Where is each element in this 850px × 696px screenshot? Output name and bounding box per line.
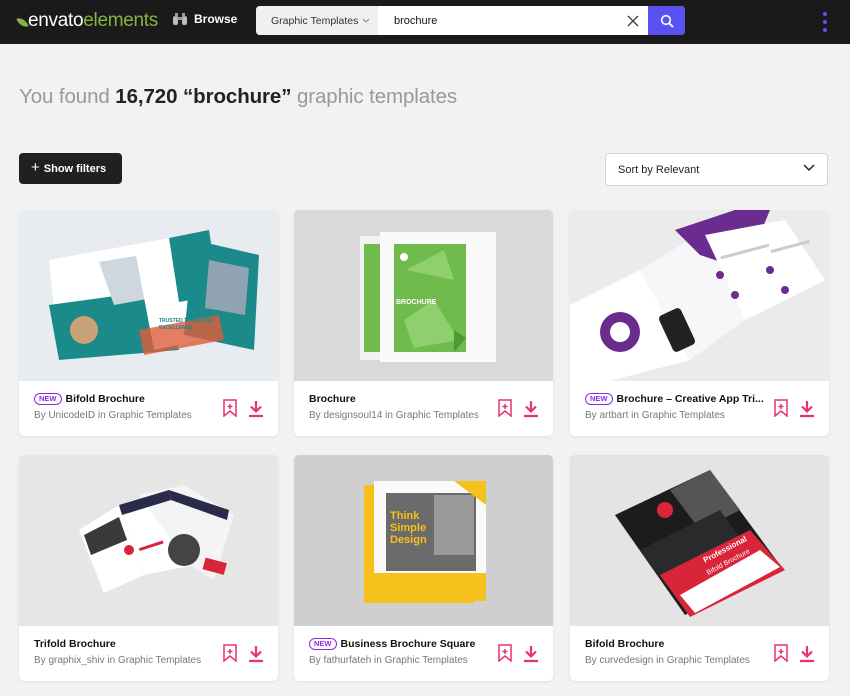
results-suffix: graphic templates <box>291 85 458 108</box>
bookmark-add-icon[interactable] <box>222 644 238 662</box>
card-title[interactable]: Trifold Brochure <box>34 638 116 650</box>
card-title[interactable]: Bifold Brochure <box>585 638 664 650</box>
show-filters-label: Show filters <box>43 162 107 175</box>
browse-label: Browse <box>194 12 238 26</box>
thumb-text: EXCELLENCE <box>159 325 193 331</box>
thumb-text: BROCHURE <box>396 299 437 306</box>
card-author[interactable]: By designsoul14 in Graphic Templates <box>309 410 489 421</box>
card-meta: NEW Business Brochure Square By fathurfa… <box>309 638 489 666</box>
clear-search-button[interactable] <box>618 6 648 35</box>
sort-select-label: Sort by Relevant <box>618 163 700 176</box>
bookmark-add-icon[interactable] <box>773 399 789 417</box>
result-card[interactable]: Think Simple Design NEW Business Brochur… <box>294 455 553 681</box>
results-prefix: You found <box>19 85 116 108</box>
card-title-row: NEW Bifold Brochure <box>34 393 214 405</box>
category-select-label: Graphic Templates <box>271 14 359 27</box>
download-icon[interactable] <box>247 400 265 418</box>
download-icon[interactable] <box>798 400 816 418</box>
card-author[interactable]: By UnicodeID in Graphic Templates <box>34 410 214 421</box>
result-card[interactable]: Trifold Brochure By graphix_shiv in Grap… <box>19 455 278 681</box>
bookmark-add-icon[interactable] <box>222 399 238 417</box>
bookmark-add-icon[interactable] <box>497 644 513 662</box>
card-title[interactable]: Bifold Brochure <box>66 393 145 405</box>
search-input[interactable] <box>378 6 618 35</box>
green-brochure-preview: BROCHURE <box>294 210 553 381</box>
bookmark-add-icon[interactable] <box>773 644 789 662</box>
search-button[interactable] <box>648 6 685 35</box>
card-thumbnail[interactable]: Professional Bifold Brochure <box>570 455 829 626</box>
category-select[interactable]: Graphic Templates <box>256 6 378 35</box>
card-title-row: Brochure <box>309 393 489 405</box>
top-bar: envato elements Browse Graphic Templates <box>0 0 850 44</box>
professional-bifold-preview: Professional Bifold Brochure <box>570 455 829 626</box>
kebab-dot-icon <box>823 12 827 16</box>
square-brochure-preview: Think Simple Design <box>294 455 553 626</box>
kebab-dot-icon <box>823 28 827 32</box>
card-author[interactable]: By artbart in Graphic Templates <box>585 410 765 421</box>
card-title-row: Bifold Brochure <box>585 638 765 650</box>
results-heading: You found 16,720 “brochure” graphic temp… <box>19 85 457 109</box>
chevron-down-icon <box>363 18 370 23</box>
card-thumbnail[interactable] <box>570 210 829 381</box>
card-title[interactable]: Brochure – Creative App Tri... <box>617 393 764 405</box>
download-icon[interactable] <box>798 645 816 663</box>
card-author[interactable]: By graphix_shiv in Graphic Templates <box>34 655 214 666</box>
card-thumbnail[interactable]: TRUSTED TO DELIVER EXCELLENCE <box>19 210 278 381</box>
card-thumbnail[interactable] <box>19 455 278 626</box>
card-meta: Bifold Brochure By curvedesign in Graphi… <box>585 638 765 666</box>
show-filters-button[interactable]: + Show filters <box>19 153 122 184</box>
card-title-row: Trifold Brochure <box>34 638 214 650</box>
card-title-row: NEW Business Brochure Square <box>309 638 489 650</box>
new-badge: NEW <box>585 393 613 405</box>
card-meta: NEW Bifold Brochure By UnicodeID in Grap… <box>34 393 214 421</box>
results-count: 16,720 <box>115 85 178 108</box>
app-trifold-preview <box>570 210 829 381</box>
bifold-brochure-preview: TRUSTED TO DELIVER EXCELLENCE <box>19 210 278 381</box>
card-author[interactable]: By fathurfateh in Graphic Templates <box>309 655 489 666</box>
new-badge: NEW <box>34 393 62 405</box>
card-author[interactable]: By curvedesign in Graphic Templates <box>585 655 765 666</box>
bookmark-add-icon[interactable] <box>497 399 513 417</box>
card-thumbnail[interactable]: BROCHURE <box>294 210 553 381</box>
card-meta: Trifold Brochure By graphix_shiv in Grap… <box>34 638 214 666</box>
thumb-text: TRUSTED TO DELIVER <box>159 318 214 324</box>
sort-select[interactable]: Sort by Relevant <box>605 153 828 186</box>
logo-sub-text: elements <box>83 10 158 31</box>
thumb-text: Design <box>390 534 427 546</box>
download-icon[interactable] <box>522 400 540 418</box>
kebab-dot-icon <box>823 20 827 24</box>
download-icon[interactable] <box>247 645 265 663</box>
more-menu-button[interactable] <box>820 12 830 32</box>
envato-elements-logo[interactable]: envato elements <box>16 10 158 32</box>
card-meta: NEW Brochure – Creative App Tri... By ar… <box>585 393 765 421</box>
search-icon <box>660 14 674 28</box>
card-thumbnail[interactable]: Think Simple Design <box>294 455 553 626</box>
trifold-brochure-preview <box>19 455 278 626</box>
card-title[interactable]: Business Brochure Square <box>341 638 476 650</box>
card-title[interactable]: Brochure <box>309 393 356 405</box>
thumb-text: Simple <box>390 522 426 534</box>
logo-main-text: envato <box>28 10 84 31</box>
download-icon[interactable] <box>522 645 540 663</box>
plus-icon: + <box>31 159 40 176</box>
card-title-row: NEW Brochure – Creative App Tri... <box>585 393 765 405</box>
result-card[interactable]: NEW Brochure – Creative App Tri... By ar… <box>570 210 829 436</box>
browse-button[interactable]: Browse <box>172 12 237 26</box>
close-icon <box>627 15 639 26</box>
leaf-icon <box>16 15 29 30</box>
card-meta: Brochure By designsoul14 in Graphic Temp… <box>309 393 489 421</box>
chevron-down-icon <box>803 164 815 172</box>
binoculars-icon <box>173 13 187 25</box>
thumb-text: Think <box>390 510 420 522</box>
result-card[interactable]: Professional Bifold Brochure Bifold Broc… <box>570 455 829 681</box>
results-query: “brochure” <box>183 85 292 108</box>
search-bar: Graphic Templates <box>256 6 685 35</box>
result-card[interactable]: TRUSTED TO DELIVER EXCELLENCE NEW Bifold… <box>19 210 278 436</box>
result-card[interactable]: BROCHURE Brochure By designsoul14 in Gra… <box>294 210 553 436</box>
new-badge: NEW <box>309 638 337 650</box>
